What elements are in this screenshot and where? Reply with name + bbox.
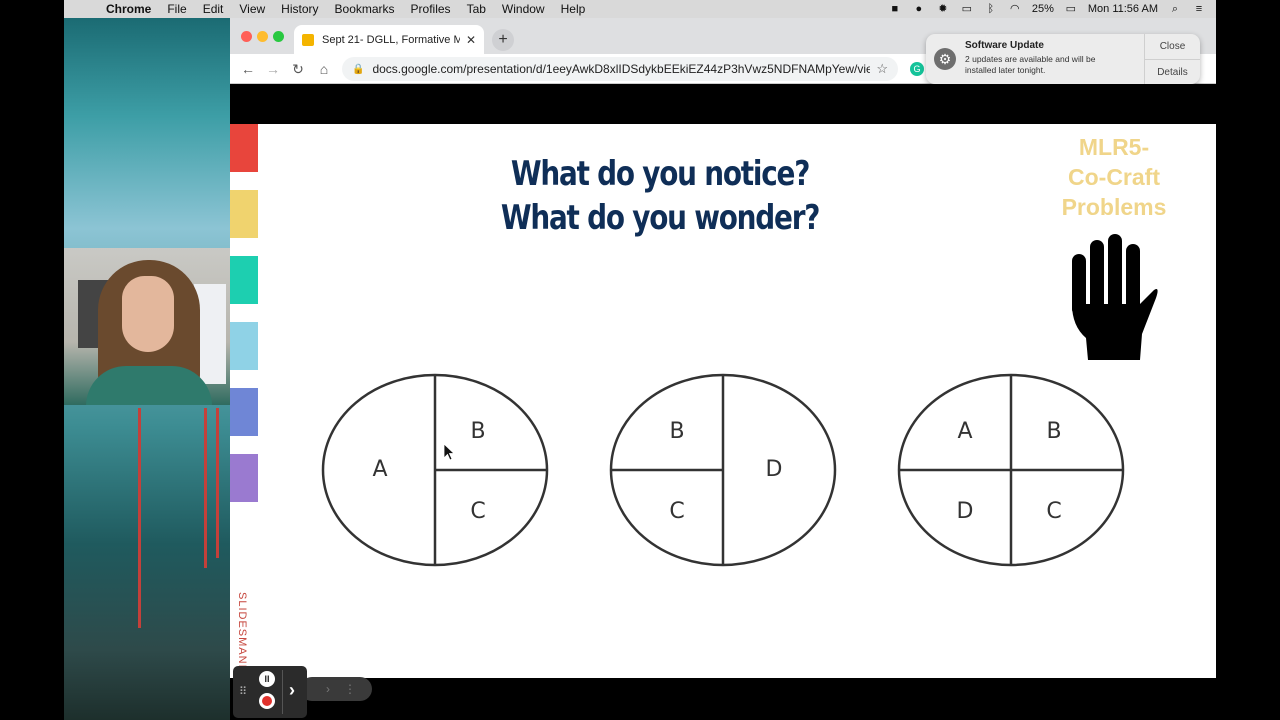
drag-handle-icon[interactable]: ⠿ — [239, 685, 247, 698]
spotlight-search-icon[interactable]: ⌕ — [1168, 3, 1182, 15]
notification-actions: Close Details — [1144, 34, 1200, 84]
recorder-divider — [282, 670, 283, 714]
color-swatch-red — [230, 124, 258, 172]
raised-hand-icon — [1072, 234, 1158, 360]
notification-details-button[interactable]: Details — [1145, 59, 1200, 85]
macos-menubar: Chrome File Edit View History Bookmarks … — [64, 0, 1216, 18]
webcam-overlay — [64, 248, 230, 405]
battery-icon[interactable]: ▭ — [1064, 3, 1078, 15]
bridge-cable — [138, 408, 141, 628]
color-swatch-teal — [230, 256, 258, 304]
grammarly-extension-icon[interactable]: G — [910, 62, 924, 76]
diagram1-label-c: C — [470, 499, 485, 524]
google-slides-icon — [302, 33, 314, 46]
bookmark-star-icon[interactable]: ☆ — [876, 61, 888, 77]
bluetooth-icon[interactable]: ᛒ — [984, 3, 998, 15]
circle-partition-diagrams: A B C B C D A B D C — [321, 373, 1125, 567]
address-bar[interactable]: 🔒 docs.google.com/presentation/d/1eeyAwk… — [342, 57, 898, 81]
menu-profiles[interactable]: Profiles — [403, 2, 459, 16]
expand-chevron-icon[interactable]: › — [289, 680, 295, 701]
battery-percent: 25% — [1031, 3, 1054, 15]
presenter-shirt — [86, 366, 212, 405]
menu-file[interactable]: File — [159, 2, 194, 16]
home-icon[interactable]: ⌂ — [314, 59, 334, 79]
menu-app-chrome[interactable]: Chrome — [98, 2, 159, 16]
slide-title: What do you notice? What do you wonder? — [496, 152, 824, 240]
diagram3-label-a: A — [957, 419, 972, 444]
mlr-line-2: Co-Craft — [1068, 164, 1160, 190]
screen-recorder-widget[interactable]: ⠿ II › — [233, 666, 307, 718]
diagram2-label-c: C — [669, 499, 684, 524]
airplay-icon[interactable]: ▭ — [960, 3, 974, 15]
lock-icon[interactable]: 🔒 — [352, 64, 364, 75]
software-update-gear-icon: ⚙ — [934, 48, 956, 70]
bridge-cable — [216, 408, 219, 558]
window-minimize-button[interactable] — [257, 31, 268, 42]
mlr-routine-label: MLR5- Co-Craft Problems — [1034, 132, 1194, 222]
notification-close-button[interactable]: Close — [1145, 34, 1200, 59]
menu-history[interactable]: History — [273, 2, 326, 16]
new-tab-button[interactable]: + — [492, 29, 514, 51]
slide-title-line-1: What do you notice? — [510, 154, 811, 194]
stop-recording-button[interactable] — [259, 693, 275, 709]
back-arrow-icon[interactable]: ← — [238, 59, 258, 79]
diagram3-label-c: C — [1046, 499, 1061, 524]
reload-icon[interactable]: ↻ — [288, 59, 308, 79]
diagram2-label-b: B — [669, 419, 684, 444]
diagram2-label-d: D — [766, 457, 783, 482]
pause-recording-button[interactable]: II — [259, 671, 275, 687]
control-center-icon[interactable]: ≡ — [1192, 3, 1206, 15]
diagram-circle-3: A B D C — [897, 373, 1125, 567]
tab-title: Sept 21- DGLL, Formative Math — [322, 33, 460, 46]
menubar-tray: ■ ● ✹ ▭ ᛒ ◠ 25% ▭ Mon 11:56 AM ⌕ ≡ — [888, 3, 1216, 15]
color-swatch-lightblue — [230, 322, 258, 370]
menu-view[interactable]: View — [231, 2, 273, 16]
presentation-slide: What do you notice? What do you wonder? … — [230, 124, 1216, 678]
forward-arrow-icon[interactable]: → — [263, 59, 283, 79]
window-close-button[interactable] — [241, 31, 252, 42]
address-url[interactable]: docs.google.com/presentation/d/1eeyAwkD8… — [372, 62, 870, 76]
color-swatch-yellow — [230, 190, 258, 238]
diagram1-label-a: A — [372, 457, 387, 482]
menu-window[interactable]: Window — [494, 2, 553, 16]
wifi-icon[interactable]: ◠ — [1008, 3, 1022, 15]
color-swatch-purple — [230, 454, 258, 502]
menu-edit[interactable]: Edit — [195, 2, 232, 16]
browser-tab-active[interactable]: Sept 21- DGLL, Formative Math ✕ — [294, 25, 484, 54]
diagram3-label-d: D — [957, 499, 974, 524]
menubar-clock[interactable]: Mon 11:56 AM — [1088, 3, 1158, 15]
menu-tab[interactable]: Tab — [459, 2, 494, 16]
grammarly-status-icon[interactable]: ● — [912, 3, 926, 15]
tab-close-icon[interactable]: ✕ — [466, 33, 476, 47]
menu-help[interactable]: Help — [553, 2, 594, 16]
notification-body: 2 updates are available and will be inst… — [965, 54, 1096, 75]
diagram-circle-2: B C D — [609, 373, 837, 567]
diagram1-label-b: B — [470, 419, 485, 444]
mlr-line-1: MLR5- — [1078, 134, 1150, 160]
mouse-cursor-icon — [443, 443, 456, 461]
presentation-bottom-bar — [230, 678, 1216, 720]
diagram3-label-b: B — [1046, 419, 1061, 444]
presenter-face — [122, 276, 174, 352]
screen: Chrome File Edit View History Bookmarks … — [0, 0, 1280, 720]
color-swatch-blue — [230, 388, 258, 436]
facetime-camera-icon[interactable]: ■ — [888, 3, 902, 15]
software-update-notification[interactable]: ⚙ Software Update 2 updates are availabl… — [926, 34, 1200, 84]
chrome-window: Sept 21- DGLL, Formative Math ✕ + ← → ↻ … — [230, 18, 1216, 720]
notification-title: Software Update — [965, 40, 1044, 51]
mlr-line-3: Problems — [1061, 194, 1167, 220]
notification-text: Software Update 2 updates are available … — [965, 34, 1144, 84]
window-zoom-button[interactable] — [273, 31, 284, 42]
diagram-circle-1: A B C — [321, 373, 549, 567]
slide-navigation-controls[interactable]: ›⋮ — [300, 677, 372, 701]
menu-bookmarks[interactable]: Bookmarks — [327, 2, 403, 16]
bridge-cable — [204, 408, 207, 568]
slide-title-line-2: What do you wonder? — [500, 198, 821, 238]
settings-gear-icon[interactable]: ✹ — [936, 3, 950, 15]
